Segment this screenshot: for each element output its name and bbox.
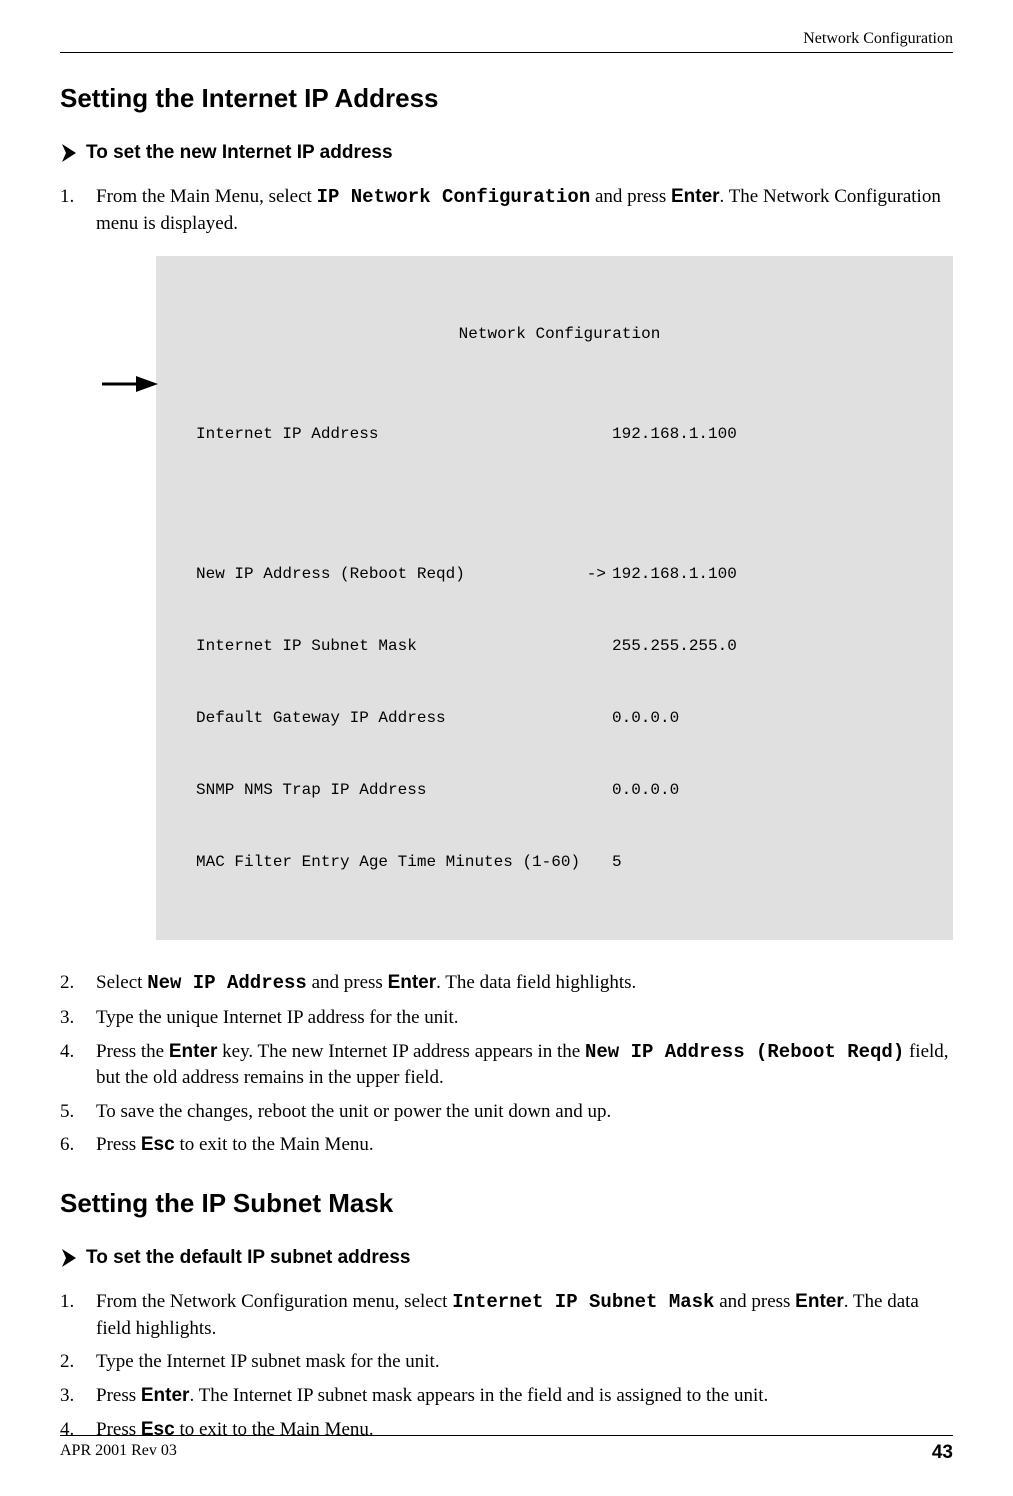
step-1-4: Press the Enter key. The new Internet IP… [60, 1039, 953, 1091]
pointer-arrow-icon [102, 374, 158, 394]
terminal-row: MAC Filter Entry Age Time Minutes (1-60)… [196, 850, 923, 874]
procedure-title-2: To set the default IP subnet address [86, 1247, 410, 1269]
step-2-2: Type the Internet IP subnet mask for the… [60, 1349, 953, 1375]
procedure-arrow-icon [60, 142, 78, 164]
procedure-arrow-icon [60, 1247, 78, 1269]
footer-revision: APR 2001 Rev 03 [60, 1442, 177, 1464]
procedure-title-1: To set the new Internet IP address [86, 142, 393, 164]
terminal-block: Network Configuration Internet IP Addres… [156, 256, 953, 940]
chapter-title: Network Configuration [60, 30, 953, 52]
terminal-row: New IP Address (Reboot Reqd)->192.168.1.… [196, 562, 923, 586]
section-heading-2: Setting the IP Subnet Mask [60, 1188, 953, 1219]
step-2-3: Press Enter. The Internet IP subnet mask… [60, 1383, 953, 1409]
step-1-3: Type the unique Internet IP address for … [60, 1005, 953, 1031]
header-rule [60, 52, 953, 53]
step-1-6: Press Esc to exit to the Main Menu. [60, 1132, 953, 1158]
terminal-row: SNMP NMS Trap IP Address0.0.0.0 [196, 778, 923, 802]
procedure-header-1: To set the new Internet IP address [60, 142, 953, 164]
steps-list-2: From the Network Configuration menu, sel… [60, 1289, 953, 1442]
page-footer: APR 2001 Rev 03 43 [60, 1435, 953, 1464]
terminal-screen: Network Configuration Internet IP Addres… [156, 256, 953, 940]
page-number: 43 [932, 1442, 953, 1464]
terminal-row: Default Gateway IP Address0.0.0.0 [196, 706, 923, 730]
section-heading-1: Setting the Internet IP Address [60, 83, 953, 114]
step-2-1: From the Network Configuration menu, sel… [60, 1289, 953, 1341]
steps-list-1: From the Main Menu, select IP Network Co… [60, 184, 953, 1158]
step-1-1: From the Main Menu, select IP Network Co… [60, 184, 953, 940]
procedure-header-2: To set the default IP subnet address [60, 1247, 953, 1269]
terminal-row: Internet IP Address192.168.1.100 [196, 422, 923, 446]
step-1-2: Select New IP Address and press Enter. T… [60, 970, 953, 997]
step-1-5: To save the changes, reboot the unit or … [60, 1099, 953, 1125]
terminal-row: Internet IP Subnet Mask255.255.255.0 [196, 634, 923, 658]
terminal-title: Network Configuration [196, 322, 923, 346]
